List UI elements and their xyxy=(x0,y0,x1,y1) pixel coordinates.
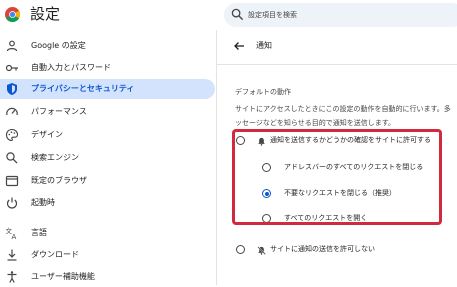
sidebar-item-downloads[interactable]: ダウンロード xyxy=(0,245,215,265)
palette-icon xyxy=(5,128,19,142)
translate-icon: 文A xyxy=(6,226,17,240)
app-title: 設定 xyxy=(30,5,61,23)
sidebar-item-label: 検索エンジン xyxy=(31,153,79,162)
sidebar-item-label: デザイン xyxy=(31,130,63,139)
search-box[interactable] xyxy=(224,3,457,27)
power-icon xyxy=(6,197,18,209)
search-input[interactable] xyxy=(248,5,448,25)
sidebar-item-performance[interactable]: パフォーマンス xyxy=(0,102,215,122)
person-icon xyxy=(6,40,18,52)
section-description-line: ッセージなどを知らせる目的で通知を送信します。 xyxy=(235,119,396,127)
sidebar-item-default-browser[interactable]: 既定のブラウザ xyxy=(0,171,215,191)
svg-text:A: A xyxy=(12,233,17,240)
sidebar-item-on-startup[interactable]: 起動時 xyxy=(0,193,215,213)
sidebar-item-label: プライバシーとセキュリティ xyxy=(31,84,135,93)
speedometer-icon xyxy=(6,107,18,116)
section-title: デフォルトの動作 xyxy=(235,88,291,96)
sidebar-item-privacy-security[interactable]: プライバシーとセキュリティ xyxy=(0,79,215,99)
chrome-logo-icon xyxy=(5,7,20,22)
sidebar-item-appearance[interactable]: デザイン xyxy=(0,125,215,145)
accessibility-icon xyxy=(7,271,17,283)
back-arrow-icon[interactable] xyxy=(233,40,245,52)
sidebar-item-search-engine[interactable]: 検索エンジン xyxy=(0,148,215,168)
search-icon xyxy=(231,8,244,21)
bell-off-icon xyxy=(257,246,266,255)
sidebar-item-label: ダウンロード xyxy=(31,250,79,259)
sidebar-item-label: 言語 xyxy=(31,228,47,237)
top-bar: 設定 xyxy=(0,0,457,30)
page-title: 通知 xyxy=(256,41,272,50)
download-icon xyxy=(7,249,17,261)
shield-icon xyxy=(7,83,17,95)
browser-window-icon xyxy=(5,175,19,187)
sidebar: Google の設定 自動入力とパスワード プライバシーとセキュリティ パフォー… xyxy=(0,30,216,285)
sidebar-item-label: 起動時 xyxy=(31,198,55,207)
section-description: サイトにアクセスしたときにこの設定の動作を自動的に行います。多 ッセージなどを知… xyxy=(235,102,457,130)
sidebar-item-accessibility[interactable]: ユーザー補助機能 xyxy=(0,267,215,287)
option-label-block: サイトに通知の送信を許可しない xyxy=(270,245,375,253)
sidebar-item-label: 既定のブラウザ xyxy=(31,176,87,185)
sidebar-item-label: 自動入力とパスワード xyxy=(31,63,111,72)
sidebar-item-label: ユーザー補助機能 xyxy=(31,272,95,281)
search-icon xyxy=(6,152,18,164)
highlight-annotation-box xyxy=(232,129,442,225)
sidebar-item-label: パフォーマンス xyxy=(31,107,87,116)
header-divider xyxy=(217,64,457,65)
key-icon xyxy=(5,64,18,72)
sidebar-item-autofill[interactable]: 自動入力とパスワード xyxy=(0,58,215,78)
sidebar-item-label: Google の設定 xyxy=(31,41,86,50)
sidebar-item-google-settings[interactable]: Google の設定 xyxy=(0,36,215,56)
sidebar-item-languages[interactable]: 文A 言語 xyxy=(0,223,215,243)
section-description-line: サイトにアクセスしたときにこの設定の動作を自動的に行います。多 xyxy=(235,105,451,113)
radio-block[interactable] xyxy=(236,245,245,254)
